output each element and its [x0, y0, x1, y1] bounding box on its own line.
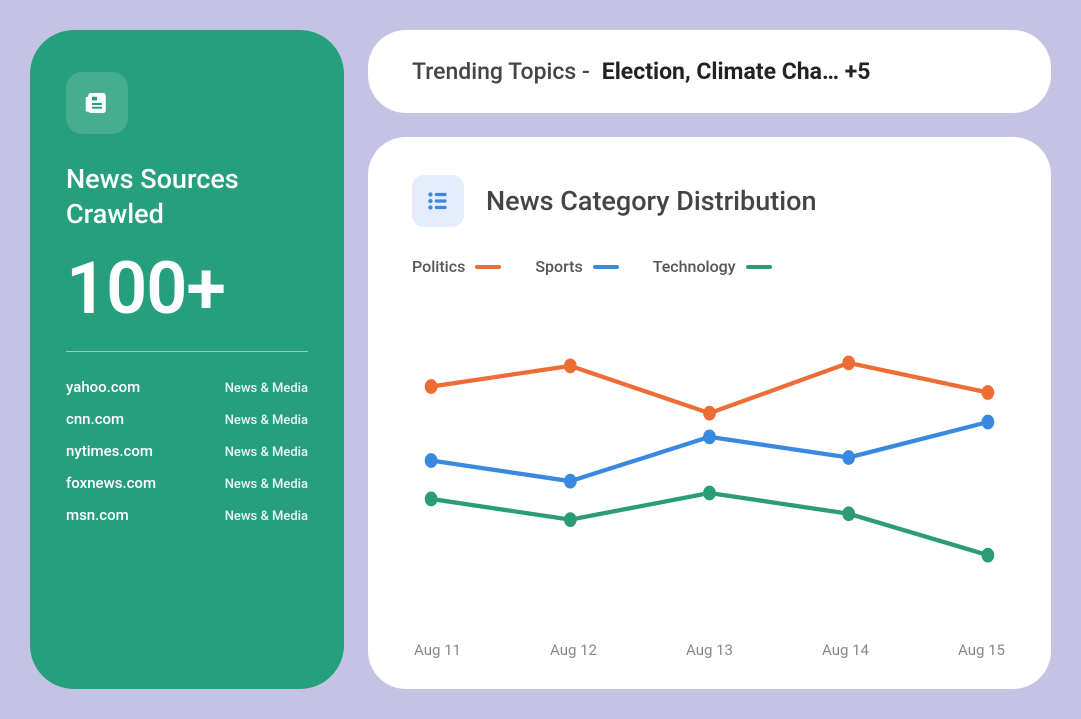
trending-topics-card: Trending Topics - Election, Climate Cha……	[368, 30, 1051, 113]
chart-plot	[412, 288, 1007, 633]
list-item: cnn.com News & Media	[66, 410, 308, 428]
chart-title: News Category Distribution	[486, 185, 816, 217]
card-title: News Sources Crawled	[66, 162, 308, 232]
chart-card: News Category Distribution Politics Spor…	[368, 137, 1051, 689]
legend-item: Politics	[412, 257, 501, 276]
list-item: msn.com News & Media	[66, 506, 308, 524]
sources-list: yahoo.com News & Media cnn.com News & Me…	[66, 378, 308, 524]
x-tick: Aug 11	[414, 641, 461, 659]
source-tag: News & Media	[225, 381, 308, 396]
list-icon	[412, 175, 464, 227]
legend-item: Sports	[535, 257, 618, 276]
legend-swatch	[746, 265, 772, 269]
chart-legend: Politics Sports Technology	[412, 257, 1007, 276]
trending-topics: Election, Climate Cha… +5	[602, 58, 871, 85]
source-domain: nytimes.com	[66, 442, 153, 460]
legend-label: Politics	[412, 257, 465, 276]
x-tick: Aug 13	[686, 641, 733, 659]
x-tick: Aug 15	[958, 641, 1005, 659]
chart-x-axis: Aug 11 Aug 12 Aug 13 Aug 14 Aug 15	[412, 641, 1007, 659]
legend-swatch	[593, 265, 619, 269]
x-tick: Aug 12	[550, 641, 597, 659]
source-tag: News & Media	[225, 445, 308, 460]
newspaper-icon	[66, 72, 128, 134]
source-tag: News & Media	[225, 477, 308, 492]
legend-swatch	[475, 265, 501, 269]
list-item: foxnews.com News & Media	[66, 474, 308, 492]
source-tag: News & Media	[225, 413, 308, 428]
list-item: nytimes.com News & Media	[66, 442, 308, 460]
list-item: yahoo.com News & Media	[66, 378, 308, 396]
divider	[66, 351, 308, 352]
legend-item: Technology	[653, 257, 772, 276]
source-domain: yahoo.com	[66, 378, 140, 396]
legend-label: Technology	[653, 257, 736, 276]
source-tag: News & Media	[225, 509, 308, 524]
source-domain: msn.com	[66, 506, 129, 524]
x-tick: Aug 14	[822, 641, 869, 659]
news-sources-card: News Sources Crawled 100+ yahoo.com News…	[30, 30, 344, 689]
legend-label: Sports	[535, 257, 582, 276]
source-domain: foxnews.com	[66, 474, 156, 492]
trending-label: Trending Topics -	[412, 58, 590, 85]
source-domain: cnn.com	[66, 410, 124, 428]
sources-count: 100+	[66, 246, 308, 331]
